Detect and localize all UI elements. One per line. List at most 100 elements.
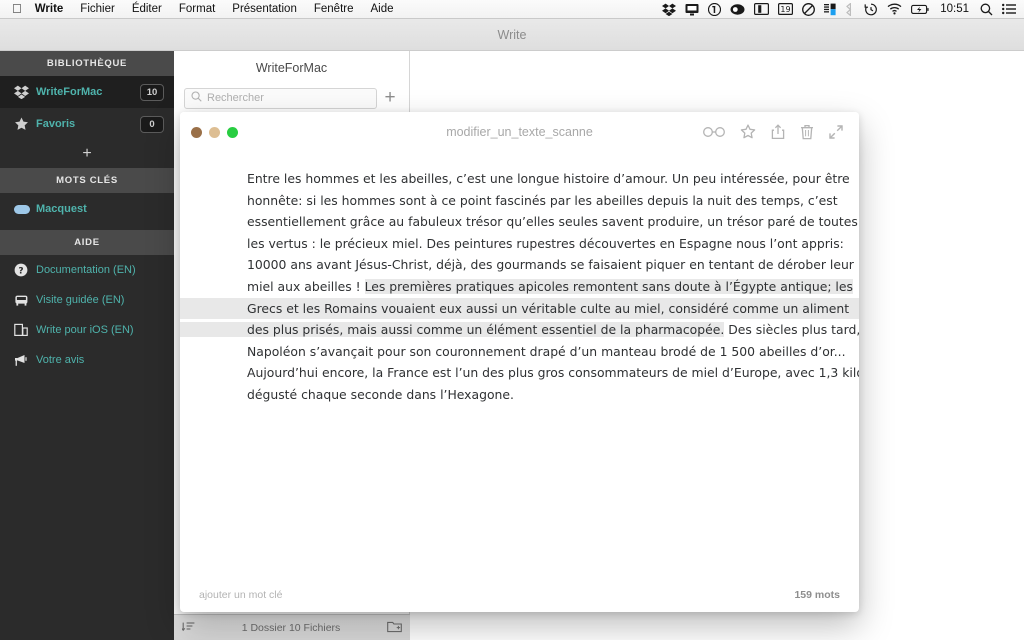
svg-text:19: 19 — [781, 5, 791, 14]
close-button[interactable] — [191, 126, 202, 138]
dropbox-icon — [14, 85, 36, 99]
sidebar-item-write-ios[interactable]: Write pour iOS (EN) — [0, 315, 174, 345]
new-folder-icon[interactable] — [387, 620, 402, 636]
sidebar-item-visite-guidee[interactable]: Visite guidée (EN) — [0, 285, 174, 315]
question-mark-circle-icon: ? — [14, 263, 36, 277]
menu-item-write[interactable]: Write — [35, 3, 64, 15]
menu-item-fichier[interactable]: Fichier — [80, 3, 115, 15]
notification-center-icon[interactable] — [1002, 2, 1016, 17]
share-icon[interactable] — [771, 124, 785, 140]
doc-text-highlighted: Les premières pratiques apicoles remonte… — [364, 278, 853, 294]
sidebar-add-library-button[interactable]: + — [0, 140, 174, 168]
time-machine-icon[interactable] — [864, 2, 878, 17]
sidebar-item-label: WriteForMac — [36, 86, 103, 98]
trash-icon[interactable] — [800, 124, 814, 140]
doc-line-selected-start: miel aux abeilles ! Les premières pratiq… — [180, 276, 859, 298]
document-text[interactable]: Entre les hommes et les abeilles, c’est … — [180, 168, 859, 406]
menu-item-editer[interactable]: Éditer — [132, 3, 162, 15]
sidebar-item-favoris[interactable]: Favoris 0 — [0, 108, 174, 140]
keyword-input[interactable]: ajouter un mot clé — [199, 589, 282, 601]
search-input[interactable]: Rechercher — [184, 87, 377, 109]
adobe-creative-cloud-icon[interactable] — [730, 2, 745, 17]
file-list-title: WriteForMac — [255, 61, 328, 75]
sidebar-section-header-mots-cles: MOTS CLÉS — [0, 168, 174, 193]
calendar-19-icon[interactable]: 19 — [778, 2, 794, 17]
menu-item-format[interactable]: Format — [179, 3, 215, 15]
traffic-lights — [180, 126, 238, 138]
apple-logo-icon[interactable]:  — [12, 2, 22, 15]
sidebar: BIBLIOTHÈQUE WriteForMac 10 Favoris 0 + … — [0, 51, 174, 640]
battery-charging-icon[interactable] — [911, 2, 929, 17]
sidebar-item-label: Macquest — [36, 203, 87, 215]
screen:  Write Fichier Éditer Format Présentati… — [0, 0, 1024, 640]
file-list-footer: 1 Dossier 10 Fichiers — [174, 614, 410, 640]
search-icon — [191, 89, 202, 107]
doc-line: honnête: si les hommes sont à ce point f… — [247, 192, 838, 208]
sidebar-section-header-aide: AIDE — [0, 230, 174, 255]
sidebar-item-label: Documentation (EN) — [36, 264, 136, 276]
file-count-label: 1 Dossier 10 Fichiers — [241, 621, 341, 634]
menu-item-presentation[interactable]: Présentation — [232, 3, 297, 15]
display-sharing-icon[interactable] — [685, 2, 699, 17]
doc-text-plain: Des siècles plus tard, — [724, 322, 859, 338]
menu-item-fenetre[interactable]: Fenêtre — [314, 3, 354, 15]
zoom-button[interactable] — [227, 126, 238, 138]
menu-bar:  Write Fichier Éditer Format Présentati… — [0, 0, 1024, 19]
bus-icon — [14, 294, 36, 307]
menu-bar-clock[interactable]: 10:51 — [938, 3, 971, 15]
tag-pill-icon — [14, 204, 36, 214]
doc-line: dégusté chaque seconde dans l’Hexagone. — [247, 386, 514, 402]
doc-line: les vertus : le précieux miel. Des peint… — [247, 235, 844, 251]
istat-menus-icon[interactable] — [824, 2, 837, 17]
expand-icon[interactable] — [829, 125, 843, 139]
doc-line: Entre les hommes et les abeilles, c’est … — [247, 171, 850, 186]
window-titlebar[interactable]: Write — [0, 19, 1024, 51]
sidebar-item-label: Favoris — [36, 118, 76, 130]
sidebar-item-macquest[interactable]: Macquest — [0, 193, 174, 225]
megaphone-icon — [14, 354, 36, 367]
doc-line: essentiellement grâce au fabuleux trésor… — [247, 214, 858, 230]
doc-text-highlighted: des plus prisés, mais aussi comme un élé… — [180, 322, 725, 338]
menu-item-aide[interactable]: Aide — [371, 3, 394, 15]
doc-line-selected-end: des plus prisés, mais aussi comme un élé… — [180, 319, 859, 341]
file-list-search-row: Rechercher + — [174, 83, 409, 115]
sidebar-item-label: Votre avis — [36, 354, 85, 366]
sort-descending-icon[interactable] — [181, 621, 195, 635]
sidebar-section-header-bibliotheque: BIBLIOTHÈQUE — [0, 51, 174, 76]
editor-toolbar — [703, 124, 859, 140]
reading-glasses-icon[interactable] — [703, 126, 725, 138]
do-not-disturb-icon[interactable] — [802, 2, 816, 17]
sidebar-item-label: Write pour iOS (EN) — [36, 324, 134, 336]
add-document-button[interactable]: + — [377, 87, 403, 109]
window-title: Write — [497, 27, 527, 42]
onepassword-icon[interactable] — [708, 2, 722, 17]
doc-line: 10000 ans avant Jésus-Christ, déjà, des … — [247, 257, 854, 273]
star-icon[interactable] — [740, 124, 756, 140]
wifi-icon[interactable] — [887, 2, 902, 17]
spotlight-search-icon[interactable] — [980, 2, 993, 17]
sidebar-item-documentation[interactable]: ? Documentation (EN) — [0, 255, 174, 285]
sidebar-item-writeformac[interactable]: WriteForMac 10 — [0, 76, 174, 108]
editor-text-area[interactable]: Entre les hommes et les abeilles, c’est … — [180, 152, 859, 406]
dropbox-icon[interactable] — [662, 2, 677, 17]
editor-footer: ajouter un mot clé 159 mots — [180, 578, 859, 612]
word-count-label: 159 mots — [794, 589, 840, 601]
star-icon — [14, 117, 36, 131]
svg-text:?: ? — [18, 266, 23, 276]
minimize-button[interactable] — [209, 126, 220, 138]
sidebar-item-votre-avis[interactable]: Votre avis — [0, 345, 174, 375]
editor-titlebar[interactable]: modifier_un_texte_scanne — [180, 112, 859, 152]
sidebar-item-badge: 0 — [140, 115, 164, 133]
split-view-icon[interactable] — [754, 2, 770, 17]
document-editor-window: modifier_un_texte_scanne Entre les homme… — [180, 112, 859, 612]
sidebar-item-badge: 10 — [140, 83, 164, 101]
doc-line-selected: Grecs et les Romains vouaient eux aussi … — [180, 297, 859, 320]
doc-line: Aujourd’hui encore, la France est l’un d… — [247, 365, 859, 381]
doc-line: Napoléon s’avançait pour son couronnemen… — [247, 343, 846, 359]
doc-text-plain: miel aux abeilles ! — [247, 278, 365, 294]
menu-bar-status-area: 19 10:51 — [662, 2, 1024, 17]
bluetooth-icon[interactable] — [846, 2, 855, 17]
search-placeholder: Rechercher — [207, 92, 264, 104]
mobile-device-icon — [14, 323, 36, 337]
sidebar-item-label: Visite guidée (EN) — [36, 294, 125, 306]
